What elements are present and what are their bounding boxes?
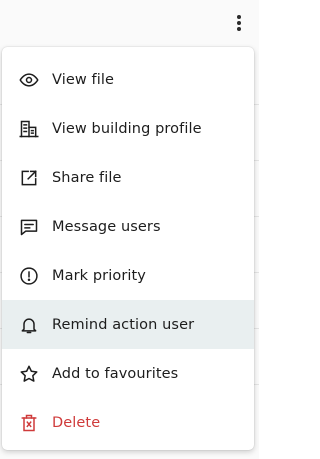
menu-item-label: Message users bbox=[52, 218, 161, 235]
more-options-icon[interactable] bbox=[230, 12, 248, 34]
menu-item-view-building-profile[interactable]: View building profile bbox=[2, 104, 254, 153]
menu-item-label: Mark priority bbox=[52, 267, 146, 284]
menu-item-label: Share file bbox=[52, 169, 122, 186]
external-link-icon bbox=[18, 167, 40, 189]
star-icon bbox=[18, 363, 40, 385]
menu-item-label: View building profile bbox=[52, 120, 202, 137]
eye-icon bbox=[18, 69, 40, 91]
menu-item-mark-priority[interactable]: Mark priority bbox=[2, 251, 254, 300]
page: View file View building profile Share fi… bbox=[0, 0, 259, 459]
trash-icon bbox=[18, 412, 40, 434]
menu-item-label: Remind action user bbox=[52, 316, 195, 333]
menu-item-label: Delete bbox=[52, 414, 101, 431]
menu-item-remind-action-user[interactable]: Remind action user bbox=[2, 300, 254, 349]
context-menu: View file View building profile Share fi… bbox=[2, 47, 254, 450]
menu-item-delete[interactable]: Delete bbox=[2, 398, 254, 447]
menu-item-label: View file bbox=[52, 71, 115, 88]
menu-item-add-to-favourites[interactable]: Add to favourites bbox=[2, 349, 254, 398]
menu-item-share-file[interactable]: Share file bbox=[2, 153, 254, 202]
building-icon bbox=[18, 118, 40, 140]
alert-circle-icon bbox=[18, 265, 40, 287]
message-icon bbox=[18, 216, 40, 238]
menu-item-label: Add to favourites bbox=[52, 365, 179, 382]
menu-item-message-users[interactable]: Message users bbox=[2, 202, 254, 251]
bell-icon bbox=[18, 314, 40, 336]
menu-item-view-file[interactable]: View file bbox=[2, 55, 254, 104]
